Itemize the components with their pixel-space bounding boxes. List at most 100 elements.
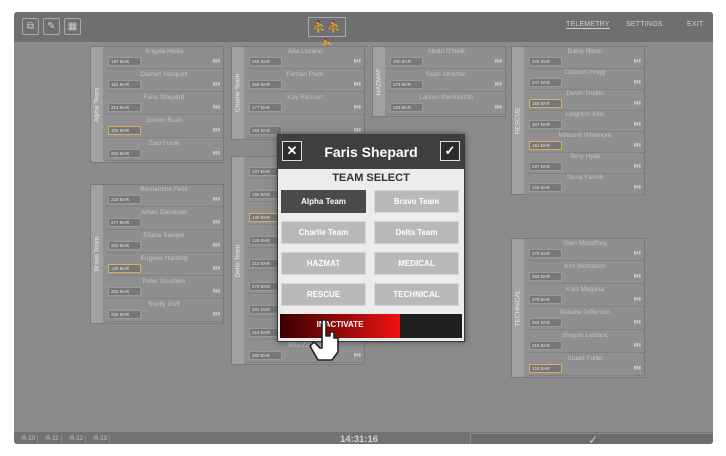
dialog-title: Faris Shepard bbox=[324, 144, 418, 160]
pressure-readout: 278 BAR bbox=[529, 295, 562, 304]
member-name: Cassius Hogg bbox=[564, 69, 606, 76]
signal-icon: ▮▮▮ bbox=[212, 127, 220, 132]
signal-icon: ▮▮▮ bbox=[212, 150, 220, 155]
close-button[interactable]: ✕ bbox=[282, 141, 302, 161]
member-row[interactable]: Rita Zuniga 280 BAR ▮▮▮ bbox=[246, 341, 364, 363]
signal-icon: ▮▮▮ bbox=[353, 104, 361, 109]
member-row[interactable]: Zaid Frank 203 BAR ▮▮▮ bbox=[105, 139, 223, 161]
dialog-header: ✕ Faris Shepard ✓ bbox=[278, 135, 464, 169]
signal-icon: ▮▮▮ bbox=[212, 242, 220, 247]
team-option-medical[interactable]: MEDICAL bbox=[374, 252, 459, 275]
member-row[interactable]: Amari Davidson 277 BAR ▮▮▮ bbox=[105, 208, 223, 230]
member-row[interactable]: Leighton Ellis 167 BAR ▮▮▮ bbox=[526, 110, 644, 132]
confirm-dialog-button[interactable]: ✓ bbox=[440, 141, 460, 161]
member-row[interactable]: Faris Shepard 213 BAR ▮▮▮ bbox=[105, 93, 223, 115]
team-option-alpha[interactable]: Alpha Team bbox=[281, 190, 366, 213]
team-label: Alpha Team bbox=[91, 47, 103, 162]
member-row[interactable]: Shelly Goff 208 BAR ▮▮▮ bbox=[105, 300, 223, 322]
radio-chip[interactable]: R-10 bbox=[20, 435, 39, 443]
pressure-readout: 177 BAR bbox=[249, 103, 282, 112]
member-row[interactable]: Glen Mccaffrey 278 BAR ▮▮▮ bbox=[526, 239, 644, 261]
member-row[interactable]: Abdul O'Neill 260 BAR ▮▮▮ bbox=[387, 47, 505, 69]
confirm-button[interactable]: ✓ bbox=[470, 433, 713, 444]
pressure-readout: 158 BAR bbox=[529, 99, 562, 108]
member-name: Melabe Jefferson bbox=[560, 309, 610, 316]
member-row[interactable]: Darnell Vasquez 161 BAR ▮▮▮ bbox=[105, 70, 223, 92]
member-row[interactable]: Shayan Leblanc 219 BAR ▮▮▮ bbox=[526, 331, 644, 353]
member-row[interactable]: Bernardine Felix 218 BAR ▮▮▮ bbox=[105, 185, 223, 207]
signal-icon: ▮▮▮ bbox=[633, 250, 641, 255]
member-row[interactable]: Angela Hicks 197 BAR ▮▮▮ bbox=[105, 47, 223, 69]
windows-icon[interactable]: ⧉ bbox=[22, 18, 39, 35]
member-row[interactable]: Melabe Jefferson 264 BAR ▮▮▮ bbox=[526, 308, 644, 330]
pressure-readout: 293 BAR bbox=[529, 272, 562, 281]
pressure-readout: 263 BAR bbox=[108, 241, 141, 250]
member-row[interactable]: Stuart Fuller 124 BAR ▮▮▮ bbox=[526, 354, 644, 376]
member-row[interactable]: Sean Atherton 174 BAR ▮▮▮ bbox=[387, 70, 505, 92]
member-name: Farhan Plum bbox=[286, 71, 324, 78]
team-panel: Charlie Team Ada Lozano 255 BAR ▮▮▮ Farhan P… bbox=[231, 46, 365, 140]
member-row[interactable]: Jordon Bush 102 BAR ▮▮▮ bbox=[105, 116, 223, 138]
grid-icon[interactable]: ▦ bbox=[64, 18, 81, 35]
team-name: Delta Team bbox=[234, 244, 242, 277]
member-row[interactable]: Ada Lozano 255 BAR ▮▮▮ bbox=[246, 47, 364, 69]
signal-icon: ▮▮▮ bbox=[353, 81, 361, 86]
team-option-technical[interactable]: TECHNICAL bbox=[374, 283, 459, 306]
member-row[interactable]: Nuraj Farrell 226 BAR ▮▮▮ bbox=[526, 173, 644, 195]
hand-cursor-icon bbox=[309, 319, 339, 361]
radio-chip[interactable]: R-13 bbox=[92, 435, 111, 443]
nav-settings[interactable]: SETTINGS bbox=[626, 21, 663, 28]
member-name: Kay Ranson bbox=[287, 94, 323, 101]
pressure-readout: 256 BAR bbox=[249, 80, 282, 89]
member-row[interactable]: Kay Ranson 177 BAR ▮▮▮ bbox=[246, 93, 364, 115]
team-name: RESCUE bbox=[514, 106, 522, 135]
member-row[interactable]: Eugene Harding 139 BAR ▮▮▮ bbox=[105, 254, 223, 276]
team-option-bravo[interactable]: Bravo Team bbox=[374, 190, 459, 213]
team-option-charlie[interactable]: Charlie Team bbox=[281, 221, 366, 244]
edit-icon[interactable]: ✎ bbox=[43, 18, 60, 35]
member-name: Stuart Fuller bbox=[567, 355, 603, 362]
member-row[interactable]: Eliana Sawyer 263 BAR ▮▮▮ bbox=[105, 231, 223, 253]
pressure-readout: 264 BAR bbox=[529, 318, 562, 327]
member-row[interactable]: Farhan Plum 256 BAR ▮▮▮ bbox=[246, 70, 364, 92]
team-name: Alpha Team bbox=[93, 87, 101, 122]
clock: 14:31:16 bbox=[340, 434, 379, 444]
member-name: Sean Atherton bbox=[425, 71, 467, 78]
member-name: Glen Mccaffrey bbox=[563, 240, 607, 247]
radio-chip[interactable]: R-12 bbox=[68, 435, 87, 443]
signal-icon: ▮▮▮ bbox=[633, 142, 641, 147]
signal-icon: ▮▮▮ bbox=[494, 58, 502, 63]
signal-icon: ▮▮▮ bbox=[633, 121, 641, 126]
member-name: Shelly Goff bbox=[148, 301, 180, 308]
member-row[interactable]: Kim Mcmahon 293 BAR ▮▮▮ bbox=[526, 262, 644, 284]
pressure-readout: 151 BAR bbox=[529, 141, 562, 150]
member-row[interactable]: Peter Goodwin 253 BAR ▮▮▮ bbox=[105, 277, 223, 299]
member-name: Ada Lozano bbox=[287, 48, 323, 55]
nav-telemetry[interactable]: TELEMETRY bbox=[566, 21, 610, 29]
member-row[interactable]: Lauren Pemberton 323 BAR ▮▮▮ bbox=[387, 93, 505, 115]
runners-logo-icon: ⛹⛹⛹ bbox=[308, 17, 346, 52]
member-row[interactable]: Devin Trujillo 158 BAR ▮▮▮ bbox=[526, 89, 644, 111]
member-row[interactable]: Cassius Hogg 247 BAR ▮▮▮ bbox=[526, 68, 644, 90]
pressure-readout: 124 BAR bbox=[529, 364, 562, 373]
team-option-rescue[interactable]: RESCUE bbox=[281, 283, 366, 306]
member-row[interactable]: Daisy Nixon 225 BAR ▮▮▮ bbox=[526, 47, 644, 69]
team-option-delta[interactable]: Delta Team bbox=[374, 221, 459, 244]
signal-icon: ▮▮▮ bbox=[633, 79, 641, 84]
member-row[interactable]: Millicent Whitmore 151 BAR ▮▮▮ bbox=[526, 131, 644, 153]
team-option-hazmat[interactable]: HAZMAT bbox=[281, 252, 366, 275]
member-name: Bernardine Felix bbox=[140, 186, 188, 193]
nav-exit[interactable]: EXIT bbox=[687, 21, 703, 28]
signal-icon: ▮▮▮ bbox=[212, 219, 220, 224]
team-name: Bravo Team bbox=[93, 236, 101, 272]
pressure-readout: 280 BAR bbox=[249, 351, 282, 360]
team-panel: Alpha Team Angela Hicks 197 BAR ▮▮▮ Darnell … bbox=[90, 46, 224, 163]
member-row[interactable]: Kaci Magana 278 BAR ▮▮▮ bbox=[526, 285, 644, 307]
member-name: Millicent Whitmore bbox=[558, 132, 612, 139]
signal-icon: ▮▮▮ bbox=[633, 100, 641, 105]
radio-chip[interactable]: R-11 bbox=[44, 435, 62, 443]
team-panel: TECHNICAL Glen Mccaffrey 278 BAR ▮▮▮ Kim Mcm… bbox=[511, 238, 645, 378]
member-row[interactable]: Terry Hyde 227 BAR ▮▮▮ bbox=[526, 152, 644, 174]
pressure-readout: 139 BAR bbox=[108, 264, 141, 273]
member-name: Leighton Ellis bbox=[565, 111, 605, 118]
